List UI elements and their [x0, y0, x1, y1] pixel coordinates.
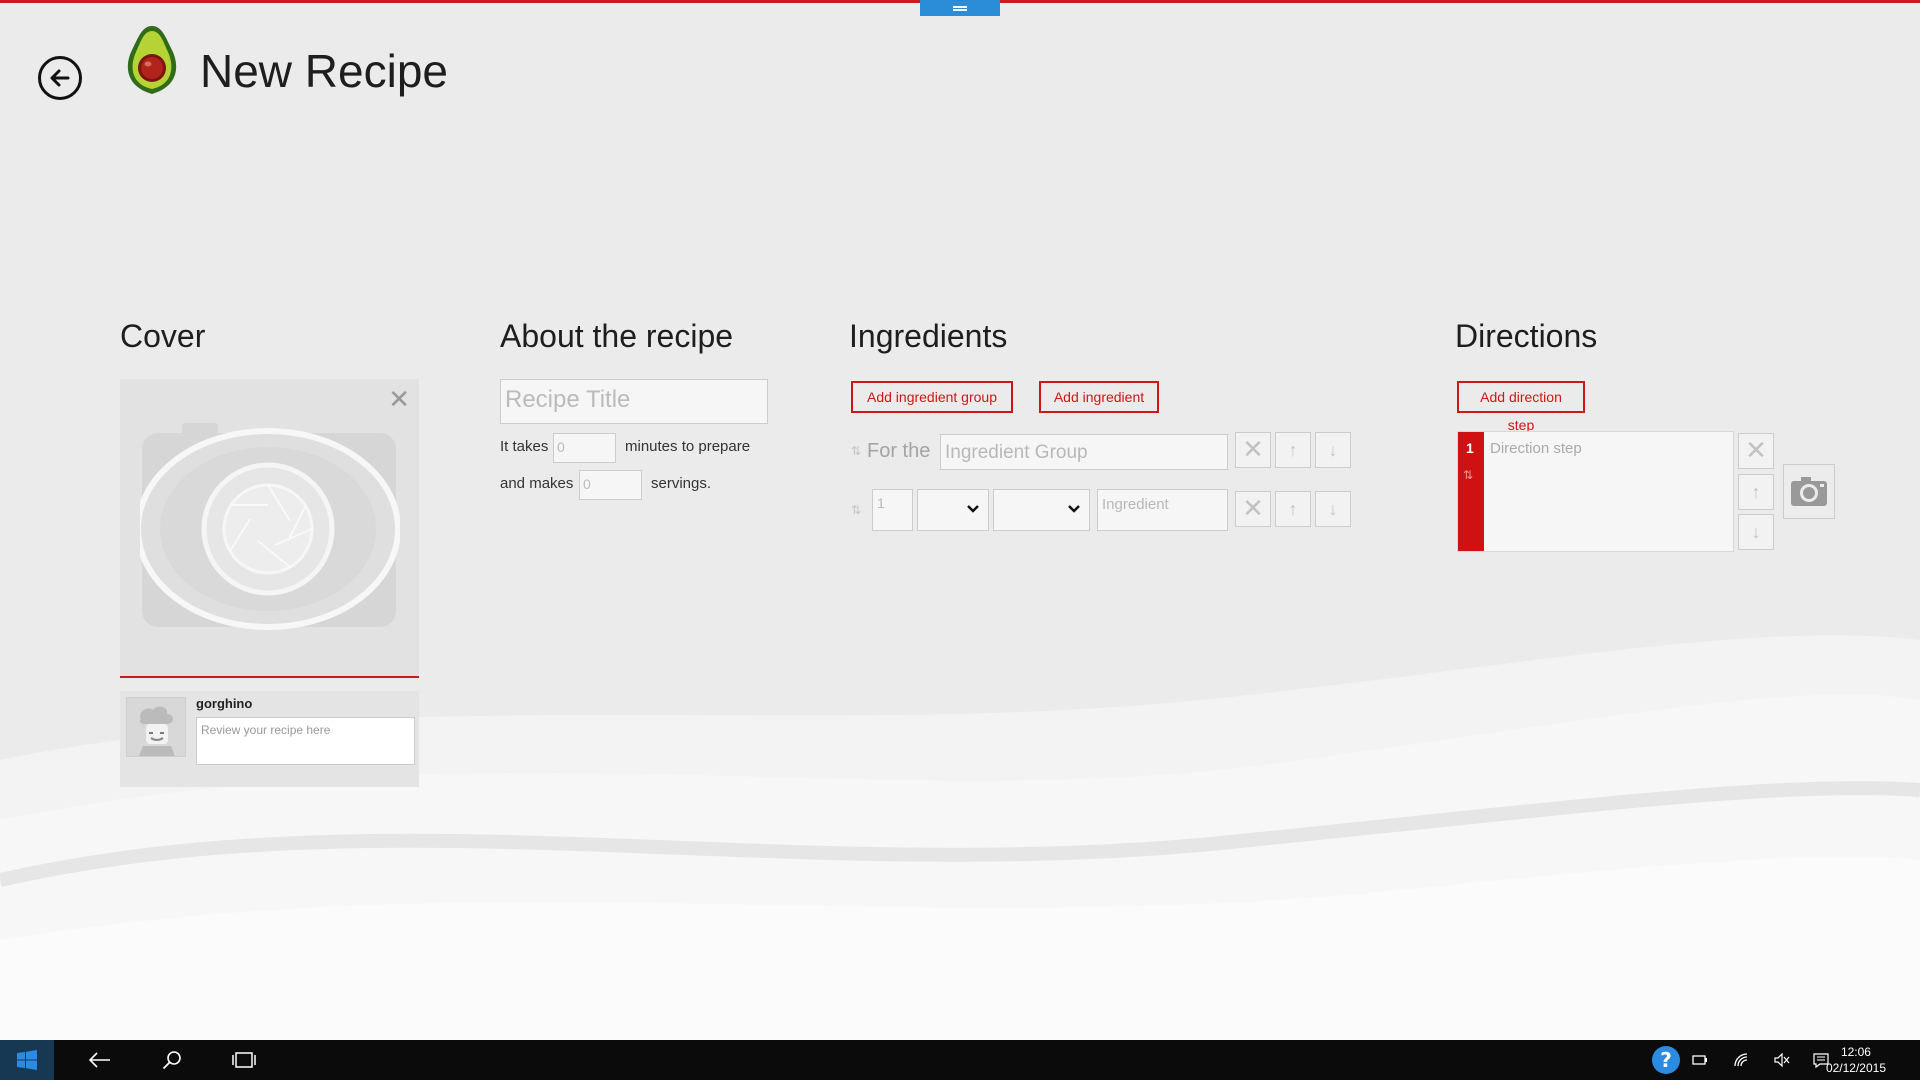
battery-button[interactable]: [1690, 1040, 1710, 1080]
chevron-down-icon: [967, 505, 979, 513]
move-group-up-button[interactable]: ↑: [1275, 432, 1311, 468]
network-button[interactable]: [1731, 1040, 1753, 1080]
remove-group-button[interactable]: ✕: [1235, 432, 1271, 468]
review-card: gorghino Review your recipe here: [120, 691, 419, 787]
about-heading: About the recipe: [500, 318, 734, 354]
reorder-icon: ⇅: [1463, 468, 1474, 482]
ingredients-heading: Ingredients: [849, 318, 1008, 354]
add-ingredient-group-button[interactable]: Add ingredient group: [851, 381, 1013, 413]
task-view-icon: [232, 1052, 256, 1068]
chef-avatar-icon: [139, 706, 175, 756]
close-icon[interactable]: ✕: [388, 386, 410, 412]
direction-step-handle[interactable]: 1 ⇅: [1458, 432, 1484, 551]
arrow-down-icon: ↓: [1328, 440, 1338, 460]
volume-button[interactable]: [1771, 1040, 1793, 1080]
windows-start-icon: [17, 1050, 37, 1070]
page-title: New Recipe: [200, 45, 448, 97]
search-icon: [162, 1051, 181, 1070]
and-makes-label: and makes: [500, 475, 574, 492]
move-ingredient-up-button[interactable]: ↑: [1275, 491, 1311, 527]
move-step-down-button[interactable]: ↓: [1738, 514, 1774, 550]
servings-input[interactable]: 0: [579, 470, 642, 500]
back-button[interactable]: [38, 56, 82, 100]
for-the-label: For the: [867, 440, 931, 462]
drag-handle-icon[interactable]: ⇅: [851, 444, 861, 458]
add-direction-step-button[interactable]: Add direction step: [1457, 381, 1585, 433]
review-username: gorghino: [196, 696, 253, 711]
remove-ingredient-button[interactable]: ✕: [1235, 491, 1271, 527]
svg-text:?: ?: [1660, 1048, 1672, 1072]
close-icon: ✕: [1242, 493, 1264, 523]
close-icon: ✕: [1745, 435, 1767, 465]
avocado-logo-icon: [127, 26, 177, 94]
direction-step-number: 1: [1466, 440, 1474, 456]
drag-handle-icon[interactable]: ⇅: [851, 503, 861, 517]
move-step-up-button[interactable]: ↑: [1738, 474, 1774, 510]
recipe-title-input[interactable]: Recipe Title: [500, 379, 768, 424]
cover-heading: Cover: [120, 318, 206, 354]
back-arrow-icon: [50, 69, 70, 87]
help-button[interactable]: ?: [1648, 1040, 1684, 1080]
arrow-down-icon: ↓: [1328, 499, 1338, 519]
clock-date: 02/12/2015: [1825, 1061, 1886, 1075]
add-step-photo-button[interactable]: [1783, 464, 1835, 519]
minutes-to-prepare-label: minutes to prepare: [625, 438, 751, 455]
arrow-up-icon: ↑: [1288, 499, 1298, 519]
cover-image-picker[interactable]: ✕: [120, 379, 419, 678]
chevron-down-icon: [1068, 505, 1080, 513]
taskbar-search-button[interactable]: [152, 1040, 192, 1080]
review-input[interactable]: Review your recipe here: [196, 717, 415, 765]
move-group-down-button[interactable]: ↓: [1315, 432, 1351, 468]
arrow-down-icon: ↓: [1751, 522, 1761, 542]
volume-icon: [1774, 1053, 1790, 1067]
direction-step-card[interactable]: 1 ⇅ Direction step: [1457, 431, 1734, 552]
help-icon: ?: [1652, 1046, 1680, 1074]
clock-time: 12:06: [1840, 1045, 1871, 1059]
app-bar-handle[interactable]: [920, 0, 1000, 16]
servings-label: servings.: [651, 475, 712, 492]
unit-select[interactable]: [917, 489, 989, 531]
measure-select[interactable]: [993, 489, 1090, 531]
arrow-up-icon: ↑: [1288, 440, 1298, 460]
back-arrow-icon: [89, 1052, 110, 1068]
add-ingredient-button[interactable]: Add ingredient: [1039, 381, 1159, 413]
ingredient-group-input[interactable]: Ingredient Group: [940, 434, 1228, 470]
camera-icon: [1791, 477, 1827, 506]
start-button[interactable]: [0, 1040, 54, 1080]
ingredient-input[interactable]: Ingredient: [1097, 489, 1228, 531]
taskbar: ? 12:06 02/12/2015: [0, 1040, 1920, 1080]
it-takes-label: It takes: [500, 438, 549, 455]
camera-icon: [140, 423, 400, 630]
battery-icon: [1692, 1055, 1707, 1065]
minutes-input[interactable]: 0: [553, 433, 616, 463]
taskbar-back-button[interactable]: [80, 1040, 120, 1080]
avatar: [126, 697, 186, 757]
task-view-button[interactable]: [224, 1040, 264, 1080]
move-ingredient-down-button[interactable]: ↓: [1315, 491, 1351, 527]
clock[interactable]: 12:06 02/12/2015: [1826, 1044, 1886, 1076]
wifi-icon: [1734, 1053, 1748, 1067]
directions-heading: Directions: [1455, 318, 1598, 354]
remove-step-button[interactable]: ✕: [1738, 433, 1774, 469]
close-icon: ✕: [1242, 434, 1264, 464]
direction-step-input[interactable]: Direction step: [1490, 440, 1582, 457]
arrow-up-icon: ↑: [1751, 482, 1761, 502]
quantity-input[interactable]: 1: [872, 489, 913, 531]
